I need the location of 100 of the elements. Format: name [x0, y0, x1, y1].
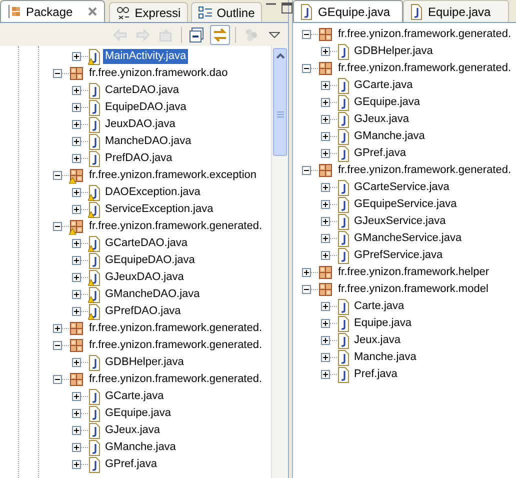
file-name[interactable]: GJeux.java	[103, 423, 162, 438]
file-name[interactable]: Manche.java	[352, 350, 418, 365]
collapse-toggle-icon[interactable]	[53, 69, 62, 78]
expand-toggle-icon[interactable]	[321, 98, 330, 107]
expand-toggle-icon[interactable]	[72, 307, 81, 316]
expand-toggle-icon[interactable]	[72, 188, 81, 197]
editor-tab[interactable]: GEquipe.java	[293, 0, 403, 22]
collapse-toggle-icon[interactable]	[302, 30, 311, 39]
file-name[interactable]: GDBHelper.java	[352, 44, 435, 59]
expand-toggle-icon[interactable]	[72, 392, 81, 401]
view-tab[interactable]: Expressi	[108, 2, 188, 22]
expand-toggle-icon[interactable]	[72, 273, 81, 282]
expand-toggle-icon[interactable]	[72, 358, 81, 367]
view-tab[interactable]: Package	[0, 0, 105, 22]
expand-toggle-icon[interactable]	[72, 137, 81, 146]
file-name[interactable]: GPref.java	[103, 457, 159, 472]
expand-toggle-icon[interactable]	[321, 370, 330, 379]
expand-toggle-icon[interactable]	[72, 52, 81, 61]
file-name[interactable]: GEquipe.java	[352, 95, 422, 110]
file-name[interactable]: EquipeDAO.java	[103, 100, 188, 115]
file-name[interactable]: MainActivity.java	[103, 49, 188, 64]
file-name[interactable]: GMancheDAO.java	[103, 287, 202, 302]
package-name[interactable]: fr.free.ynizon.framework.generated.	[336, 27, 514, 42]
file-name[interactable]: MancheDAO.java	[103, 134, 194, 149]
file-name[interactable]: Jeux.java	[352, 333, 402, 348]
collapse-toggle-icon[interactable]	[53, 375, 62, 384]
package-name[interactable]: fr.free.ynizon.framework.exception	[87, 168, 259, 183]
file-name[interactable]: DAOException.java	[103, 185, 202, 200]
expand-toggle-icon[interactable]	[321, 81, 330, 90]
scroll-thumb[interactable]	[273, 48, 287, 156]
expand-toggle-icon[interactable]	[302, 268, 311, 277]
expand-toggle-icon[interactable]	[72, 205, 81, 214]
file-name[interactable]: CarteDAO.java	[103, 83, 181, 98]
view-tab[interactable]: Outline	[190, 2, 262, 22]
expand-toggle-icon[interactable]	[72, 290, 81, 299]
file-name[interactable]: Pref.java	[352, 367, 400, 382]
file-name[interactable]: GEquipe.java	[103, 406, 174, 421]
file-name[interactable]: GMancheService.java	[352, 231, 464, 246]
file-name[interactable]: GPrefDAO.java	[103, 304, 183, 319]
collapse-toggle-icon[interactable]	[53, 171, 62, 180]
expand-toggle-icon[interactable]	[72, 120, 81, 129]
collapse-toggle-icon[interactable]	[302, 285, 311, 294]
package-name[interactable]: fr.free.ynizon.framework.generated.	[87, 372, 264, 387]
file-name[interactable]: Carte.java	[352, 299, 406, 314]
file-name[interactable]: GCarte.java	[103, 389, 166, 404]
expand-toggle-icon[interactable]	[72, 154, 81, 163]
file-name[interactable]: GCarte.java	[352, 78, 415, 93]
expand-toggle-icon[interactable]	[72, 443, 81, 452]
collapse-toggle-icon[interactable]	[302, 64, 311, 73]
file-name[interactable]: GPrefService.java	[352, 248, 445, 263]
expand-toggle-icon[interactable]	[321, 234, 330, 243]
package-name[interactable]: fr.free.ynizon.framework.model	[336, 282, 490, 297]
expand-toggle-icon[interactable]	[321, 319, 330, 328]
file-name[interactable]: GManche.java	[103, 440, 178, 455]
expand-toggle-icon[interactable]	[53, 324, 62, 333]
file-name[interactable]: Equipe.java	[352, 316, 414, 331]
editor-tab[interactable]: Equipe.java	[403, 0, 509, 22]
expand-toggle-icon[interactable]	[321, 353, 330, 362]
file-name[interactable]: GEquipeService.java	[352, 197, 459, 212]
expand-toggle-icon[interactable]	[321, 251, 330, 260]
expand-toggle-icon[interactable]	[321, 200, 330, 209]
file-name[interactable]: GCarteService.java	[352, 180, 452, 195]
package-name[interactable]: fr.free.ynizon.framework.generated.	[87, 219, 264, 234]
expand-toggle-icon[interactable]	[321, 149, 330, 158]
scroll-up-icon[interactable]	[276, 53, 284, 59]
expand-toggle-icon[interactable]	[72, 426, 81, 435]
file-name[interactable]: JeuxDAO.java	[103, 117, 178, 132]
file-name[interactable]: GDBHelper.java	[103, 355, 186, 370]
package-name[interactable]: fr.free.ynizon.framework.helper	[336, 265, 492, 280]
package-name[interactable]: fr.free.ynizon.framework.generated.	[336, 163, 514, 178]
expand-toggle-icon[interactable]	[72, 103, 81, 112]
file-name[interactable]: GJeuxDAO.java	[103, 270, 186, 285]
expand-toggle-icon[interactable]	[321, 183, 330, 192]
file-name[interactable]: GEquipeDAO.java	[103, 253, 197, 268]
file-name[interactable]: ServiceException.java	[103, 202, 216, 217]
expand-toggle-icon[interactable]	[321, 217, 330, 226]
expand-toggle-icon[interactable]	[321, 336, 330, 345]
close-icon[interactable]	[86, 6, 98, 17]
package-name[interactable]: fr.free.ynizon.framework.generated.	[336, 61, 514, 76]
file-name[interactable]: PrefDAO.java	[103, 151, 174, 166]
expand-toggle-icon[interactable]	[72, 256, 81, 265]
collapse-toggle-icon[interactable]	[302, 166, 311, 175]
file-name[interactable]: GManche.java	[352, 129, 427, 144]
file-name[interactable]: GCarteDAO.java	[103, 236, 190, 251]
expand-toggle-icon[interactable]	[321, 302, 330, 311]
maximize-icon[interactable]	[280, 2, 293, 14]
expand-toggle-icon[interactable]	[321, 47, 330, 56]
collapse-toggle-icon[interactable]	[53, 341, 62, 350]
file-name[interactable]: GPref.java	[352, 146, 408, 161]
file-name[interactable]: GJeuxService.java	[352, 214, 448, 229]
expand-toggle-icon[interactable]	[321, 115, 330, 124]
file-name[interactable]: GJeux.java	[352, 112, 412, 127]
expand-toggle-icon[interactable]	[72, 409, 81, 418]
expand-toggle-icon[interactable]	[72, 239, 81, 248]
scrollbar[interactable]	[271, 46, 288, 478]
package-name[interactable]: fr.free.ynizon.framework.dao	[87, 66, 230, 81]
expand-toggle-icon[interactable]	[72, 86, 81, 95]
expand-toggle-icon[interactable]	[321, 132, 330, 141]
package-name[interactable]: fr.free.ynizon.framework.generated.	[87, 321, 264, 336]
expand-toggle-icon[interactable]	[72, 460, 81, 469]
